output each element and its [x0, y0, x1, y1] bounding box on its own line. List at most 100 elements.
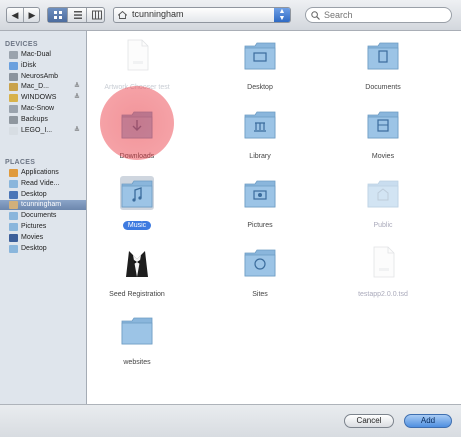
file-item-label: Pictures	[210, 222, 310, 229]
sidebar-item-places-4[interactable]: Documents	[0, 211, 86, 221]
sidebar-item-label: Mac-Snow	[21, 105, 55, 112]
document-icon	[120, 38, 154, 72]
file-item-label: Music	[87, 221, 187, 230]
file-item[interactable]: testapp2.0.0.tsd	[333, 242, 433, 312]
sidebar-item-devices-7[interactable]: LEGO_I... ≜	[0, 126, 86, 136]
view-mode-control	[47, 7, 105, 23]
file-name: Documents	[365, 84, 401, 91]
column-view-button[interactable]	[86, 8, 106, 22]
folder-icon	[366, 107, 400, 141]
file-name: Seed Registration	[109, 291, 165, 298]
search-field[interactable]	[305, 7, 452, 23]
file-item-label: testapp2.0.0.tsd	[333, 291, 433, 298]
file-item-label: websites	[87, 359, 187, 366]
sidebar-item-devices-0[interactable]: Mac-Dual	[0, 50, 86, 60]
file-name: websites	[123, 359, 151, 366]
sidebar-header-devices: DEVICES	[5, 41, 38, 48]
folder-icon	[120, 313, 154, 347]
pictures-icon	[9, 223, 18, 231]
sidebar-item-label: Desktop	[21, 190, 47, 198]
file-item[interactable]: Library	[210, 104, 310, 174]
search-icon	[311, 11, 320, 20]
file-item[interactable]: Seed Registration	[87, 242, 187, 312]
sidebar-item-places-2[interactable]: Desktop	[0, 190, 86, 200]
sidebar-item-devices-3[interactable]: Mac_D... ≜	[0, 82, 86, 92]
file-item[interactable]: Sites	[210, 242, 310, 312]
file-name: Pictures	[247, 222, 273, 229]
network-drive-icon	[9, 72, 18, 81]
file-item[interactable]: Documents	[333, 35, 433, 105]
back-forward-control: ◀ ▶	[6, 7, 40, 23]
sidebar-item-label: Movies	[21, 233, 44, 241]
sidebar-item-places-5[interactable]: Pictures	[0, 222, 86, 232]
sidebar-item-label: Mac_D...	[21, 83, 50, 91]
file-item[interactable]: Public	[333, 173, 433, 243]
forward-button[interactable]: ▶	[24, 8, 40, 22]
document-icon	[366, 245, 400, 279]
location-popup[interactable]: tcunningham ▲ ▼	[113, 7, 291, 23]
desktop-icon	[9, 190, 18, 199]
eject-icon[interactable]: ≜	[74, 93, 80, 103]
file-item[interactable]: Desktop	[210, 35, 310, 105]
folder-icon	[366, 176, 400, 210]
file-name: Desktop	[247, 84, 273, 91]
file-item[interactable]: websites	[87, 310, 187, 380]
home-icon	[118, 11, 127, 19]
sidebar: DEVICES Mac-Dual iDisk NeurosAmb Mac_D... ≜ W…	[0, 31, 87, 404]
toolbar: ◀ ▶ tcunningham ▲ ▼	[0, 0, 461, 31]
click-highlight	[100, 86, 174, 160]
folder-icon	[366, 38, 400, 72]
drive-icon	[9, 83, 18, 92]
file-name: testapp2.0.0.tsd	[358, 291, 408, 298]
sidebar-item-places-0[interactable]: Applications	[0, 168, 86, 178]
applications-icon	[9, 169, 18, 177]
desktop-folder-icon	[9, 244, 18, 253]
hard-drive-icon	[9, 51, 18, 59]
sidebar-item-devices-1[interactable]: iDisk	[0, 61, 86, 71]
file-item-label: Sites	[210, 291, 310, 298]
sidebar-item-places-3[interactable]: tcunningham	[0, 200, 86, 211]
home-icon	[9, 201, 18, 210]
eject-icon[interactable]: ≜	[74, 82, 80, 92]
file-item-label: Documents	[333, 84, 433, 91]
folder-icon	[243, 107, 277, 141]
file-item-label: Public	[333, 222, 433, 229]
sidebar-item-label: Mac-Dual	[21, 51, 51, 58]
back-button[interactable]: ◀	[7, 8, 24, 22]
cancel-button[interactable]: Cancel	[344, 414, 394, 428]
file-item[interactable]: Pictures	[210, 173, 310, 243]
icon-view-button[interactable]	[48, 8, 67, 22]
sidebar-item-places-1[interactable]: Read Vide...	[0, 179, 86, 189]
folder-icon	[120, 176, 154, 210]
sidebar-item-devices-4[interactable]: WINDOWS ≜	[0, 93, 86, 103]
documents-icon	[9, 212, 18, 221]
sidebar-item-devices-2[interactable]: NeurosAmb	[0, 72, 86, 82]
sidebar-item-label: Desktop	[21, 244, 47, 252]
file-name: Public	[373, 222, 393, 229]
icon-view-icon	[53, 11, 62, 19]
sidebar-item-places-7[interactable]: Desktop	[0, 244, 86, 254]
sidebar-item-label: Documents	[21, 212, 57, 220]
sidebar-item-places-6[interactable]: Movies	[0, 233, 86, 243]
bottom-bar: Cancel Add	[0, 404, 461, 437]
windows-drive-icon	[9, 94, 18, 103]
column-view-icon	[91, 10, 102, 20]
search-input[interactable]	[324, 9, 444, 21]
movies-icon	[9, 233, 18, 242]
eject-icon[interactable]: ≜	[74, 126, 80, 136]
folder-icon	[243, 176, 277, 210]
sidebar-item-devices-5[interactable]: Mac-Snow	[0, 104, 86, 114]
chevron-updown-icon: ▲ ▼	[274, 8, 290, 22]
sidebar-item-label: NeurosAmb	[21, 72, 58, 80]
file-item-label: Desktop	[210, 84, 310, 91]
backup-drive-icon	[9, 115, 18, 124]
idisk-icon	[9, 61, 18, 70]
list-view-button[interactable]	[67, 8, 87, 22]
file-item[interactable]: Movies	[333, 104, 433, 174]
file-item[interactable]: Music	[87, 173, 187, 243]
add-button[interactable]: Add	[404, 414, 452, 428]
file-name: Movies	[371, 153, 395, 160]
sidebar-item-devices-6[interactable]: Backups	[0, 115, 86, 125]
sidebar-item-label: Pictures	[21, 223, 47, 230]
folder-icon	[9, 179, 18, 188]
